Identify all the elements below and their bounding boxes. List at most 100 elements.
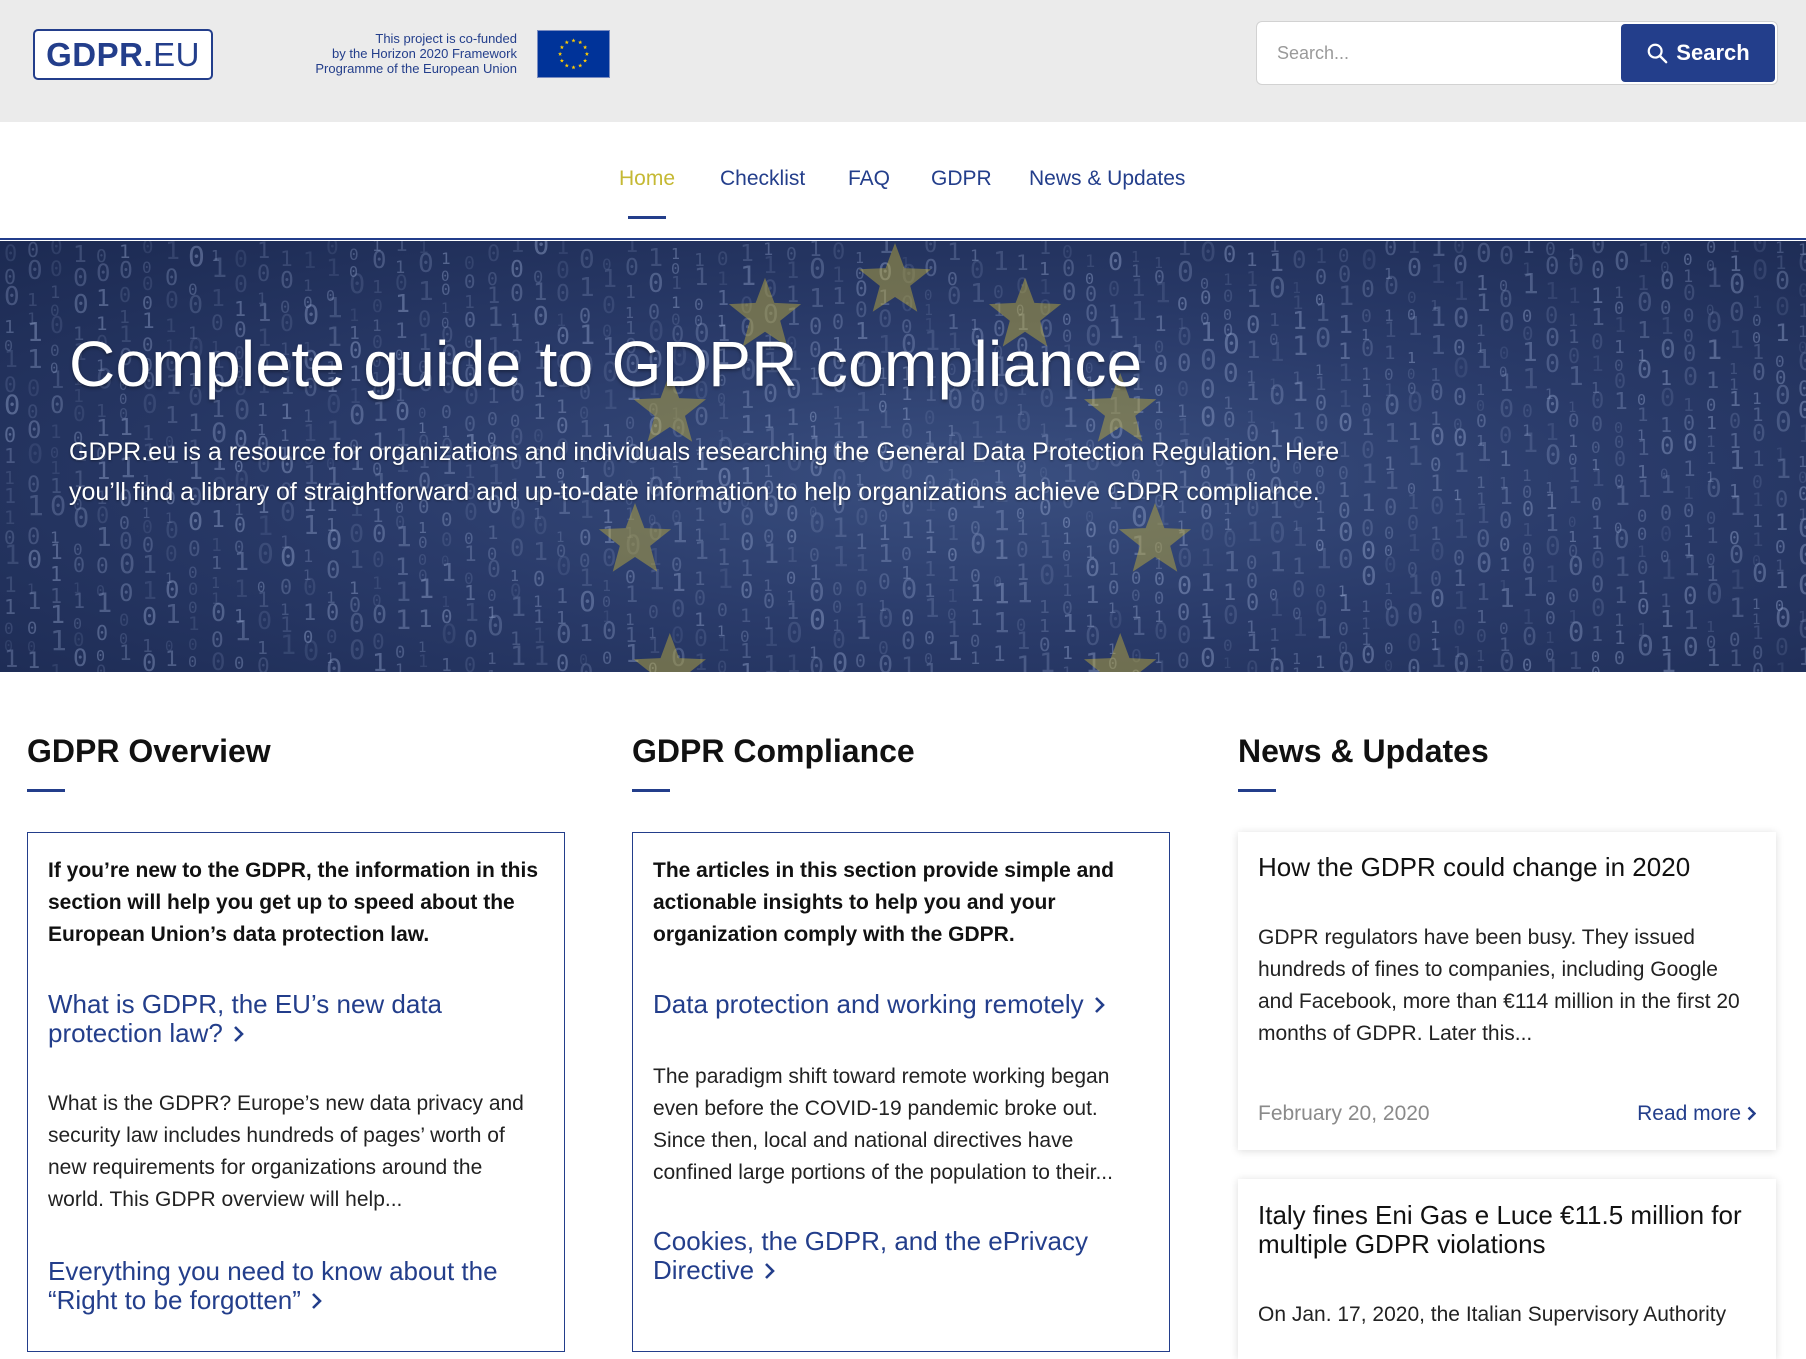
svg-text:1: 1: [280, 400, 293, 424]
eu-flag-icon: [537, 30, 610, 78]
svg-text:1: 1: [1522, 428, 1538, 459]
svg-text:0: 0: [73, 402, 86, 426]
nav-gdpr[interactable]: GDPR: [931, 167, 992, 191]
svg-text:0: 0: [1637, 355, 1652, 384]
svg-text:0: 0: [1798, 615, 1806, 645]
svg-text:0: 0: [1200, 644, 1216, 672]
svg-text:1: 1: [1660, 607, 1674, 633]
svg-text:1: 1: [878, 539, 893, 568]
svg-text:1: 1: [510, 592, 526, 623]
svg-text:1: 1: [50, 540, 63, 564]
svg-text:0: 0: [234, 247, 248, 273]
svg-text:1: 1: [234, 547, 249, 576]
svg-text:0: 0: [1246, 657, 1259, 672]
svg-text:1: 1: [50, 421, 61, 443]
svg-text:0: 0: [1384, 241, 1397, 261]
read-more-label: Read more: [1637, 1102, 1741, 1125]
svg-text:0: 0: [1476, 626, 1487, 647]
svg-text:1: 1: [50, 283, 60, 303]
svg-text:1: 1: [786, 650, 800, 672]
svg-text:1: 1: [1614, 337, 1625, 358]
svg-text:1: 1: [1016, 651, 1032, 672]
news-item-1-read-more[interactable]: Read more: [1637, 1102, 1756, 1126]
svg-text:0: 0: [27, 545, 42, 574]
svg-text:1: 1: [717, 564, 733, 595]
svg-text:1: 1: [1522, 362, 1539, 395]
svg-text:0: 0: [1384, 496, 1397, 521]
svg-text:1: 1: [1154, 398, 1164, 417]
overview-article-link-2[interactable]: Everything you need to know about the “R…: [48, 1257, 528, 1315]
svg-text:0: 0: [280, 575, 292, 599]
svg-text:1: 1: [1154, 656, 1168, 672]
svg-text:1: 1: [1706, 263, 1722, 294]
svg-text:0: 0: [395, 397, 410, 426]
svg-text:0: 0: [1545, 589, 1556, 610]
svg-text:0: 0: [1200, 518, 1214, 546]
svg-text:1: 1: [855, 615, 871, 646]
svg-text:0: 0: [1269, 654, 1285, 672]
svg-text:1: 1: [1614, 481, 1630, 512]
svg-text:1: 1: [1062, 403, 1078, 434]
svg-text:1: 1: [326, 291, 343, 324]
svg-text:0: 0: [211, 648, 225, 672]
svg-text:1: 1: [27, 649, 40, 672]
compliance-article-link-1[interactable]: Data protection and working remotely: [653, 990, 1153, 1019]
svg-text:0: 0: [763, 589, 775, 613]
compliance-article-link-2[interactable]: Cookies, the GDPR, and the ePrivacy Dire…: [653, 1227, 1093, 1285]
svg-text:0: 0: [1016, 538, 1029, 562]
svg-text:1: 1: [50, 366, 64, 394]
svg-text:0: 0: [349, 245, 359, 264]
svg-text:0: 0: [4, 242, 17, 267]
svg-text:1: 1: [395, 605, 411, 636]
svg-text:1: 1: [50, 624, 67, 657]
svg-text:1: 1: [1131, 297, 1147, 327]
svg-text:0: 0: [1453, 353, 1469, 384]
svg-text:0: 0: [556, 281, 570, 307]
news-item-2-title[interactable]: Italy fines Eni Gas e Luce €11.5 million…: [1258, 1201, 1758, 1259]
search-button[interactable]: Search: [1621, 24, 1775, 82]
nav-home[interactable]: Home: [619, 167, 675, 191]
svg-text:0: 0: [1568, 617, 1584, 648]
news-item-2-excerpt: On Jan. 17, 2020, the Italian Supervisor…: [1258, 1303, 1727, 1326]
svg-text:0: 0: [510, 534, 524, 562]
svg-text:0: 0: [832, 598, 842, 618]
overview-article-link-1[interactable]: What is GDPR, the EU’s new data protecti…: [48, 990, 548, 1048]
svg-text:0: 0: [1706, 474, 1722, 504]
nav-faq[interactable]: FAQ: [848, 167, 890, 191]
svg-text:1: 1: [1522, 267, 1539, 300]
svg-text:0: 0: [1752, 255, 1768, 286]
svg-text:0: 0: [1430, 380, 1444, 406]
svg-text:0: 0: [96, 554, 109, 578]
news-item-1-title[interactable]: How the GDPR could change in 2020: [1258, 853, 1758, 882]
nav-news-updates[interactable]: News & Updates: [1029, 167, 1185, 191]
svg-text:0: 0: [50, 391, 64, 419]
svg-text:1: 1: [1200, 615, 1216, 646]
svg-text:1: 1: [487, 522, 498, 544]
svg-text:0: 0: [1476, 241, 1492, 269]
svg-text:0: 0: [326, 556, 340, 584]
search-button-label: Search: [1676, 40, 1750, 65]
svg-text:1: 1: [1223, 545, 1240, 578]
chevron-right-icon: [765, 1263, 775, 1279]
svg-text:0: 0: [1729, 298, 1745, 328]
svg-text:0: 0: [579, 659, 593, 672]
svg-text:1: 1: [1660, 470, 1675, 499]
svg-text:0: 0: [1545, 608, 1556, 629]
svg-text:0: 0: [1729, 269, 1745, 300]
svg-text:1: 1: [1407, 312, 1423, 342]
svg-text:0: 0: [947, 282, 961, 310]
svg-text:0: 0: [188, 653, 197, 671]
svg-text:1: 1: [27, 345, 43, 375]
svg-text:0: 0: [924, 256, 938, 282]
svg-text:1: 1: [1775, 454, 1791, 485]
svg-text:1: 1: [1637, 318, 1651, 344]
search-input[interactable]: [1258, 23, 1618, 83]
nav-checklist[interactable]: Checklist: [720, 167, 805, 191]
svg-text:1: 1: [257, 400, 268, 421]
svg-text:0: 0: [1522, 497, 1534, 521]
svg-text:0: 0: [119, 549, 135, 580]
svg-text:0: 0: [1361, 536, 1376, 565]
gdpr-eu-logo[interactable]: GDPR. EU: [33, 29, 213, 80]
svg-text:0: 0: [1683, 500, 1694, 522]
svg-text:0: 0: [1499, 241, 1514, 270]
